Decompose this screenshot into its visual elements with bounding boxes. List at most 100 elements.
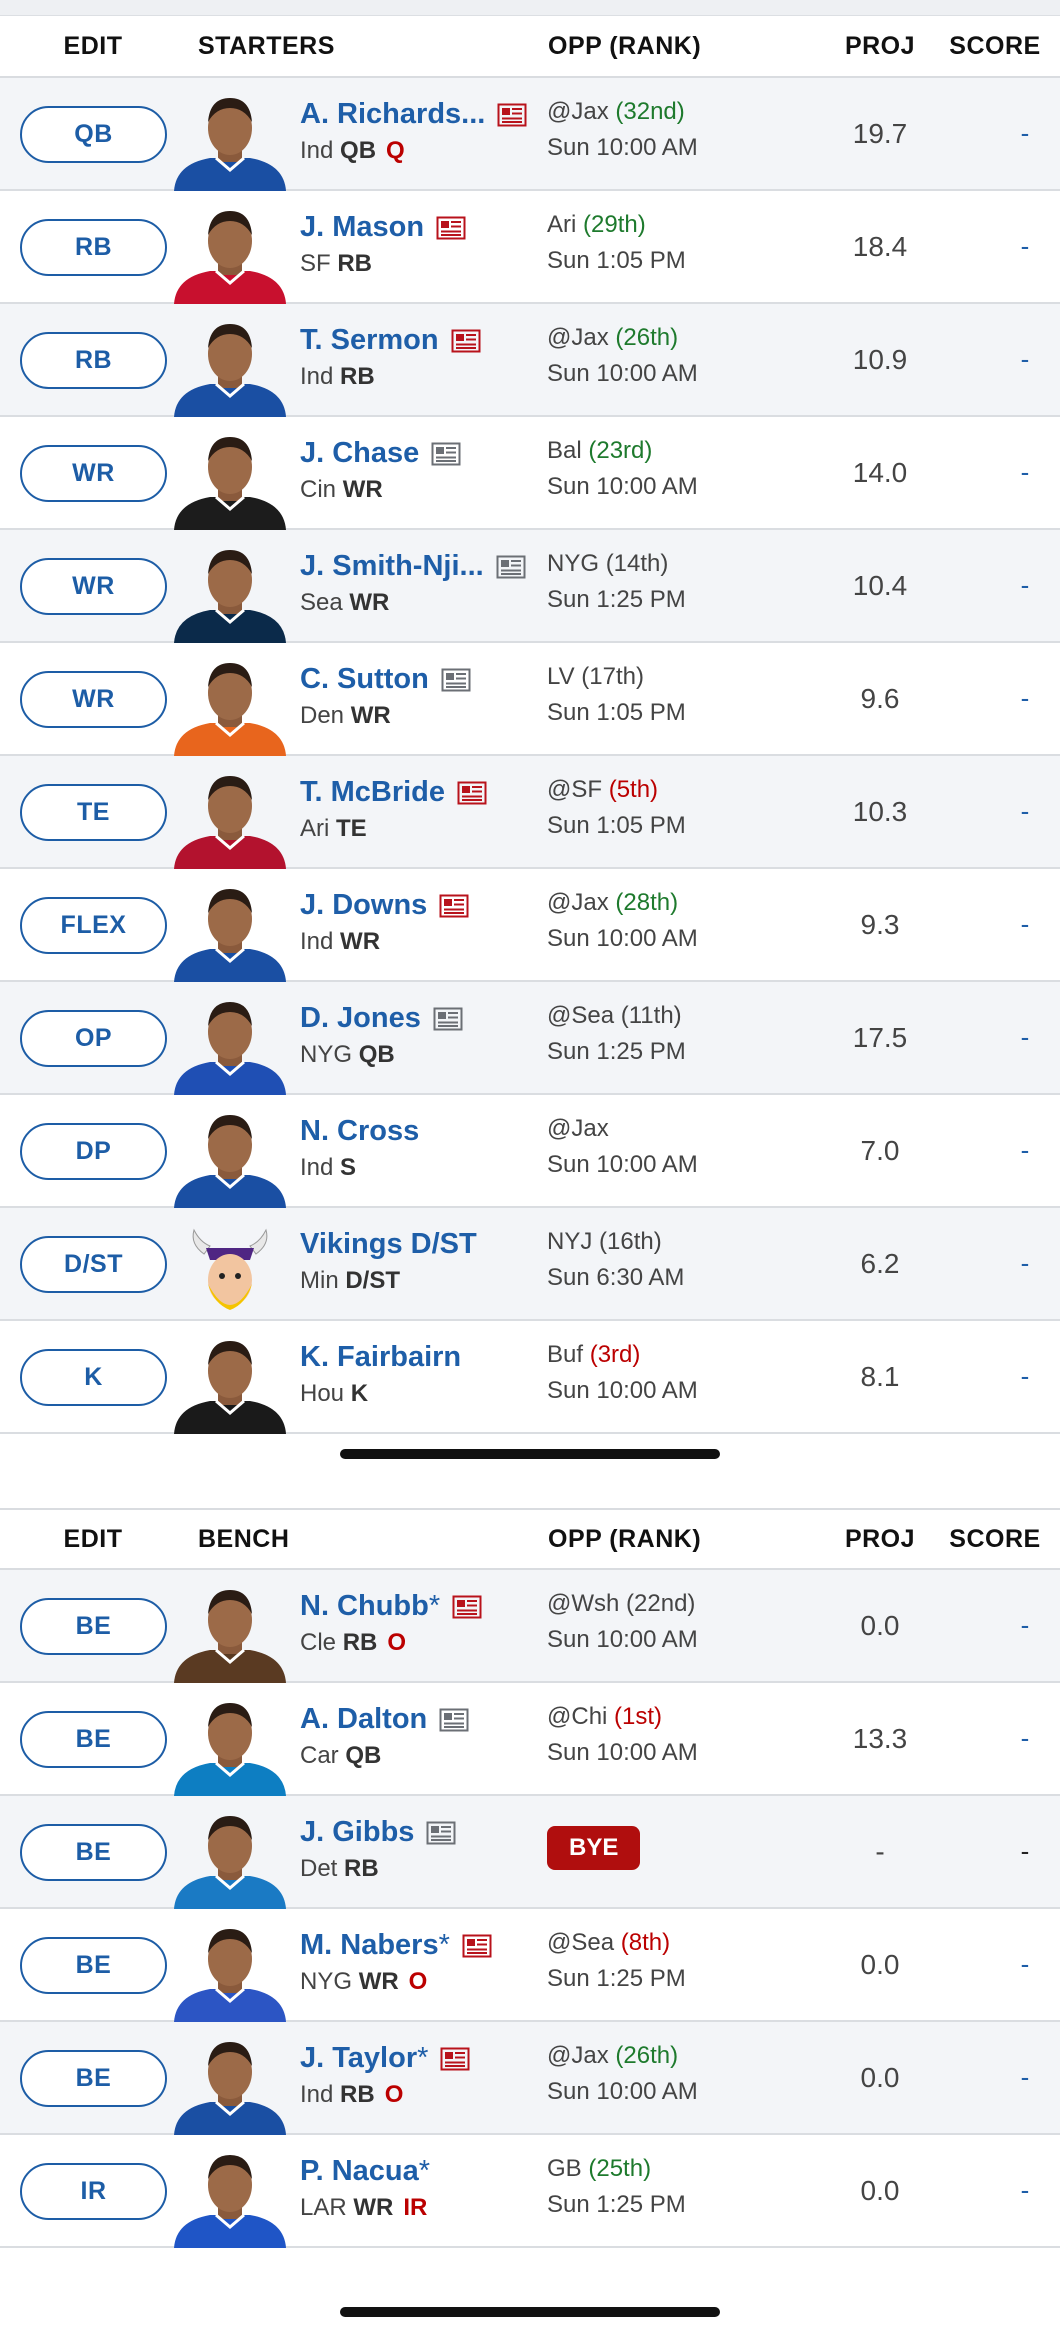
player-headshot[interactable] — [170, 1109, 290, 1208]
score-value[interactable]: - — [990, 2135, 1060, 2246]
player-name-link[interactable]: T. McBride — [300, 776, 445, 809]
news-article-icon[interactable] — [436, 216, 466, 240]
lineup-slot-button[interactable]: K — [20, 1349, 167, 1406]
score-value[interactable]: - — [990, 530, 1060, 641]
player-headshot[interactable] — [170, 431, 290, 530]
lineup-slot-button[interactable]: BE — [20, 2050, 167, 2107]
player-name-link[interactable]: C. Sutton — [300, 663, 429, 696]
opponent-team[interactable]: @Jax — [547, 324, 609, 351]
news-article-icon[interactable] — [433, 1007, 463, 1031]
player-headshot[interactable] — [170, 1697, 290, 1796]
opponent-team[interactable]: GB — [547, 2155, 582, 2182]
score-value[interactable]: - — [990, 304, 1060, 415]
player-headshot[interactable] — [170, 2036, 290, 2135]
opponent-team[interactable]: @Chi — [547, 1703, 607, 1730]
score-value[interactable]: - — [990, 191, 1060, 302]
opponent-team[interactable]: NYG — [547, 550, 599, 577]
news-article-icon[interactable] — [452, 1595, 482, 1619]
score-value[interactable]: - — [990, 756, 1060, 867]
player-name-link[interactable]: T. Sermon — [300, 324, 439, 357]
news-article-icon[interactable] — [440, 2047, 470, 2071]
opponent-team[interactable]: Buf — [547, 1341, 583, 1368]
opponent-team[interactable]: @Sea — [547, 1002, 614, 1029]
player-name-link[interactable]: A. Richards... — [300, 98, 485, 131]
lineup-slot-button[interactable]: IR — [20, 2163, 167, 2220]
news-article-icon[interactable] — [426, 1821, 456, 1845]
opponent-team[interactable]: LV — [547, 663, 575, 690]
player-headshot[interactable] — [170, 92, 290, 191]
player-headshot[interactable] — [170, 544, 290, 643]
lineup-slot-button[interactable]: QB — [20, 106, 167, 163]
news-article-icon[interactable] — [496, 555, 526, 579]
lineup-slot-button[interactable]: DP — [20, 1123, 167, 1180]
lineup-slot-button[interactable]: WR — [20, 445, 167, 502]
score-value[interactable]: - — [990, 2022, 1060, 2133]
score-value[interactable]: - — [990, 1570, 1060, 1681]
lineup-slot-button[interactable]: BE — [20, 1598, 167, 1655]
news-article-icon[interactable] — [439, 1708, 469, 1732]
opponent-team[interactable]: @Jax — [547, 2042, 609, 2069]
lineup-slot-button[interactable]: FLEX — [20, 897, 167, 954]
news-article-icon[interactable] — [441, 668, 471, 692]
opponent-team[interactable]: @Wsh — [547, 1590, 619, 1617]
opponent-team[interactable]: @Sea — [547, 1929, 614, 1956]
opponent-team[interactable]: NYJ — [547, 1228, 592, 1255]
lineup-slot-button[interactable]: BE — [20, 1711, 167, 1768]
lineup-slot-button[interactable]: RB — [20, 219, 167, 276]
player-headshot[interactable] — [170, 770, 290, 869]
score-value[interactable]: - — [990, 78, 1060, 189]
player-headshot[interactable] — [170, 1810, 290, 1909]
lineup-slot-button[interactable]: OP — [20, 1010, 167, 1067]
opponent-team[interactable]: @Jax — [547, 889, 609, 916]
player-name-link[interactable]: Vikings D/ST — [300, 1228, 477, 1261]
player-name-link[interactable]: P. Nacua — [300, 2155, 419, 2188]
player-name-link[interactable]: J. Taylor — [300, 2042, 417, 2075]
news-article-icon[interactable] — [439, 894, 469, 918]
lineup-slot-button[interactable]: BE — [20, 1824, 167, 1881]
opponent-team[interactable]: Ari — [547, 211, 576, 238]
player-name-link[interactable]: J. Chase — [300, 437, 419, 470]
score-value[interactable]: - — [990, 1796, 1060, 1907]
player-headshot[interactable] — [170, 205, 290, 304]
score-value[interactable]: - — [990, 643, 1060, 754]
news-article-icon[interactable] — [497, 103, 527, 127]
player-name-link[interactable]: A. Dalton — [300, 1703, 427, 1736]
lineup-slot-button[interactable]: WR — [20, 671, 167, 728]
news-article-icon[interactable] — [462, 1934, 492, 1958]
news-article-icon[interactable] — [451, 329, 481, 353]
player-headshot[interactable] — [170, 1923, 290, 2022]
score-value[interactable]: - — [990, 982, 1060, 1093]
player-name-link[interactable]: K. Fairbairn — [300, 1341, 461, 1374]
player-name-link[interactable]: N. Chubb — [300, 1590, 429, 1623]
score-value[interactable]: - — [990, 417, 1060, 528]
player-name-link[interactable]: J. Mason — [300, 211, 424, 244]
player-headshot[interactable] — [170, 657, 290, 756]
player-headshot[interactable] — [170, 318, 290, 417]
opponent-team[interactable]: @Jax — [547, 98, 609, 125]
player-name-link[interactable]: N. Cross — [300, 1115, 419, 1148]
news-article-icon[interactable] — [431, 442, 461, 466]
news-article-icon[interactable] — [457, 781, 487, 805]
score-value[interactable]: - — [990, 1909, 1060, 2020]
player-name-link[interactable]: J. Smith-Nji... — [300, 550, 484, 583]
lineup-slot-button[interactable]: TE — [20, 784, 167, 841]
score-value[interactable]: - — [990, 1208, 1060, 1319]
lineup-slot-button[interactable]: RB — [20, 332, 167, 389]
player-name-link[interactable]: J. Gibbs — [300, 1816, 414, 1849]
player-headshot[interactable] — [170, 1335, 290, 1434]
player-headshot[interactable] — [170, 996, 290, 1095]
player-headshot[interactable] — [170, 883, 290, 982]
lineup-slot-button[interactable]: BE — [20, 1937, 167, 1994]
score-value[interactable]: - — [990, 1683, 1060, 1794]
opponent-team[interactable]: Bal — [547, 437, 582, 464]
lineup-slot-button[interactable]: D/ST — [20, 1236, 167, 1293]
player-name-link[interactable]: J. Downs — [300, 889, 427, 922]
score-value[interactable]: - — [990, 1321, 1060, 1432]
opponent-team[interactable]: @Jax — [547, 1115, 609, 1142]
player-name-link[interactable]: D. Jones — [300, 1002, 421, 1035]
vikings-logo[interactable] — [170, 1222, 290, 1321]
player-name-link[interactable]: M. Nabers — [300, 1929, 439, 1962]
score-value[interactable]: - — [990, 1095, 1060, 1206]
score-value[interactable]: - — [990, 869, 1060, 980]
player-headshot[interactable] — [170, 2149, 290, 2248]
